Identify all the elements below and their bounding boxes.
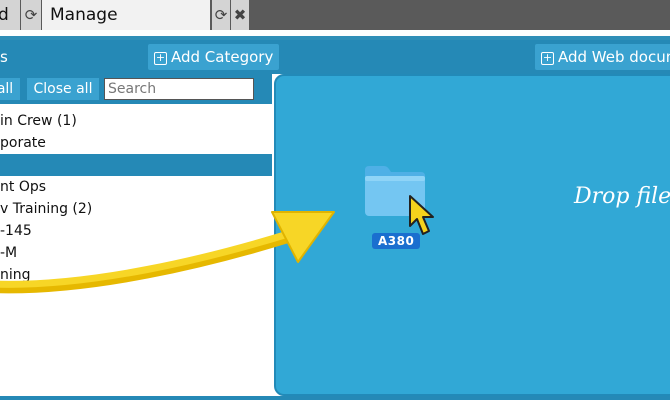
footer-divider xyxy=(0,396,670,400)
list-item[interactable]: v Training (2) xyxy=(0,198,272,220)
list-item-label: -145 xyxy=(0,223,32,239)
tab-previous-refresh[interactable]: ⟳ xyxy=(21,0,41,30)
list-item-label: porate xyxy=(0,135,46,151)
drop-files-text: Drop files xyxy=(574,184,670,209)
list-item[interactable]: in Crew (1) xyxy=(0,110,272,132)
list-item-label: in Crew (1) xyxy=(0,113,77,129)
tab-previous[interactable]: d xyxy=(0,0,20,30)
tab-close-button[interactable]: ✖ xyxy=(231,0,249,30)
category-controls: all Close all xyxy=(0,74,272,104)
tab-bar: d ⟳ Manage Documents ⟳ ✖ xyxy=(0,0,670,55)
add-web-document-label: Add Web docume xyxy=(558,48,670,66)
list-item-label: -M xyxy=(0,245,18,261)
list-item-label: v Training (2) xyxy=(0,201,93,217)
cursor-arrow-icon xyxy=(408,194,438,244)
add-category-button[interactable]: + Add Category xyxy=(148,44,280,70)
plus-box-icon: + xyxy=(154,51,167,65)
list-item-selected[interactable] xyxy=(0,154,272,176)
list-item-label: ning xyxy=(0,267,31,283)
refresh-icon: ⟳ xyxy=(24,6,38,24)
tab-manage-documents[interactable]: Manage Documents xyxy=(42,0,210,55)
open-all-button[interactable]: all xyxy=(0,78,20,100)
plus-box-icon: + xyxy=(541,51,554,65)
list-item[interactable]: nt Ops xyxy=(0,176,272,198)
category-panel: all Close all in Crew (1) porate nt Ops … xyxy=(0,74,272,396)
toolbar: s + Add Category + Add Web docume xyxy=(0,40,670,74)
add-category-label: Add Category xyxy=(171,48,274,66)
list-item[interactable]: porate xyxy=(0,132,272,154)
list-item[interactable]: -M xyxy=(0,242,272,264)
list-item-label: nt Ops xyxy=(0,179,47,195)
drop-zone[interactable]: A380 Drop files xyxy=(274,74,670,396)
tab-refresh-button[interactable]: ⟳ xyxy=(212,0,230,30)
refresh-icon: ⟳ xyxy=(214,6,228,24)
add-web-document-button[interactable]: + Add Web docume xyxy=(535,44,670,70)
list-item[interactable]: ning xyxy=(0,264,272,286)
toolbar-title: s xyxy=(0,48,8,66)
list-item[interactable]: -145 xyxy=(0,220,272,242)
search-input[interactable] xyxy=(104,78,254,100)
close-icon: ✖ xyxy=(233,6,247,24)
close-all-button[interactable]: Close all xyxy=(27,78,99,100)
